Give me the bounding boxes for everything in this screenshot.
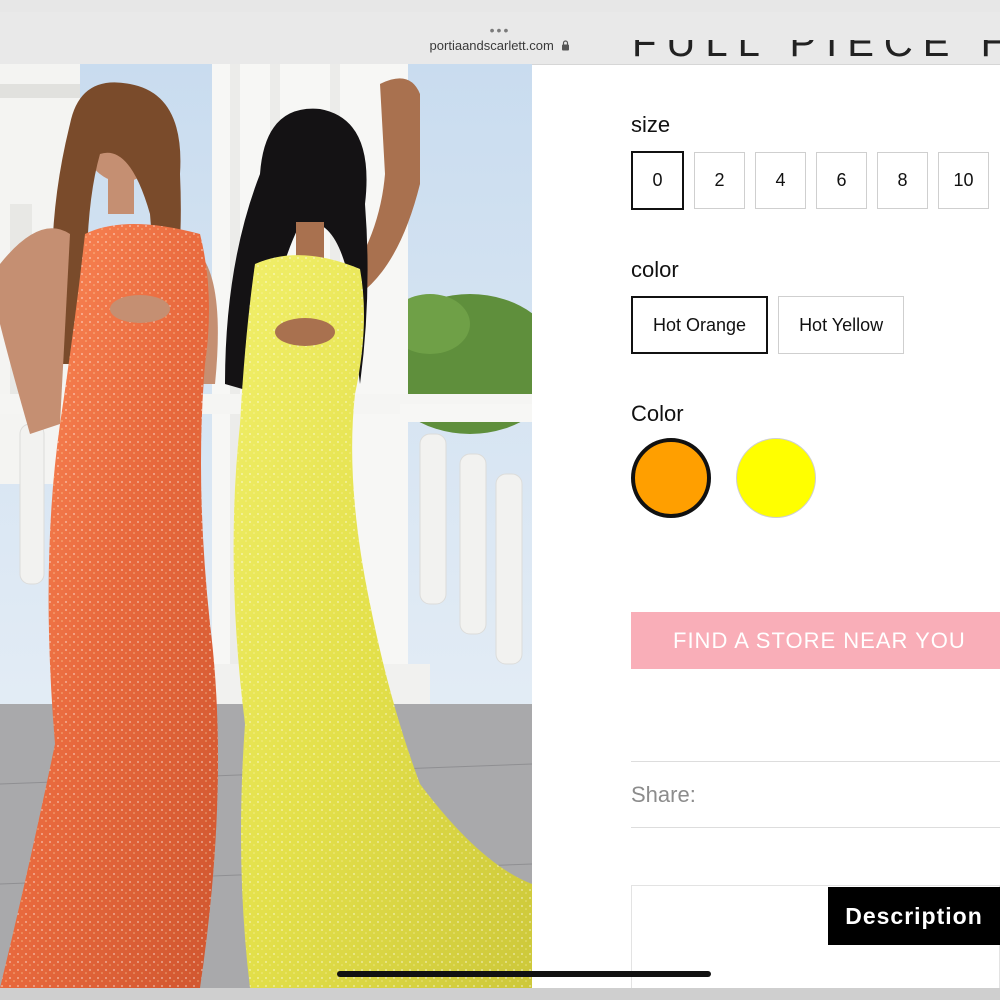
size-option-10[interactable]: 10 (938, 152, 989, 209)
color-swatch-label: Color (631, 401, 684, 426)
url-text: portiaandscarlett.com (429, 38, 554, 53)
size-option-2[interactable]: 2 (694, 152, 745, 209)
product-title: FULL PIECE HOT CL (632, 40, 1000, 70)
color-option-hot-orange[interactable]: Hot Orange (631, 296, 769, 354)
color-selector: Hot Orange Hot Yellow (631, 296, 905, 354)
color-label: color (631, 257, 679, 282)
size-label: size (631, 112, 671, 137)
size-selector: 0 2 4 6 8 10 (631, 151, 989, 210)
tab-description[interactable]: Description (828, 887, 1000, 945)
size-option-0[interactable]: 0 (631, 151, 684, 210)
device-top-bezel (0, 0, 1000, 12)
divider (631, 827, 1000, 828)
swatch-hot-yellow[interactable] (736, 438, 816, 518)
divider (631, 761, 1000, 762)
color-option-hot-yellow[interactable]: Hot Yellow (778, 296, 905, 354)
size-option-4[interactable]: 4 (755, 152, 806, 209)
share-label: Share: (631, 782, 696, 807)
size-option-6[interactable]: 6 (816, 152, 867, 209)
home-indicator[interactable] (337, 971, 711, 977)
product-photo[interactable] (0, 64, 532, 988)
lock-icon (561, 39, 570, 54)
product-title-text: FULL PIECE HOT CL (632, 40, 1000, 65)
product-photo-illustration (0, 64, 532, 988)
size-option-8[interactable]: 8 (877, 152, 928, 209)
find-store-button[interactable]: FIND A STORE NEAR YOU (631, 612, 1000, 669)
tab-menu-dots[interactable]: ••• (0, 22, 1000, 38)
swatch-hot-orange[interactable] (631, 438, 711, 518)
device-bottom-bezel (0, 988, 1000, 1000)
